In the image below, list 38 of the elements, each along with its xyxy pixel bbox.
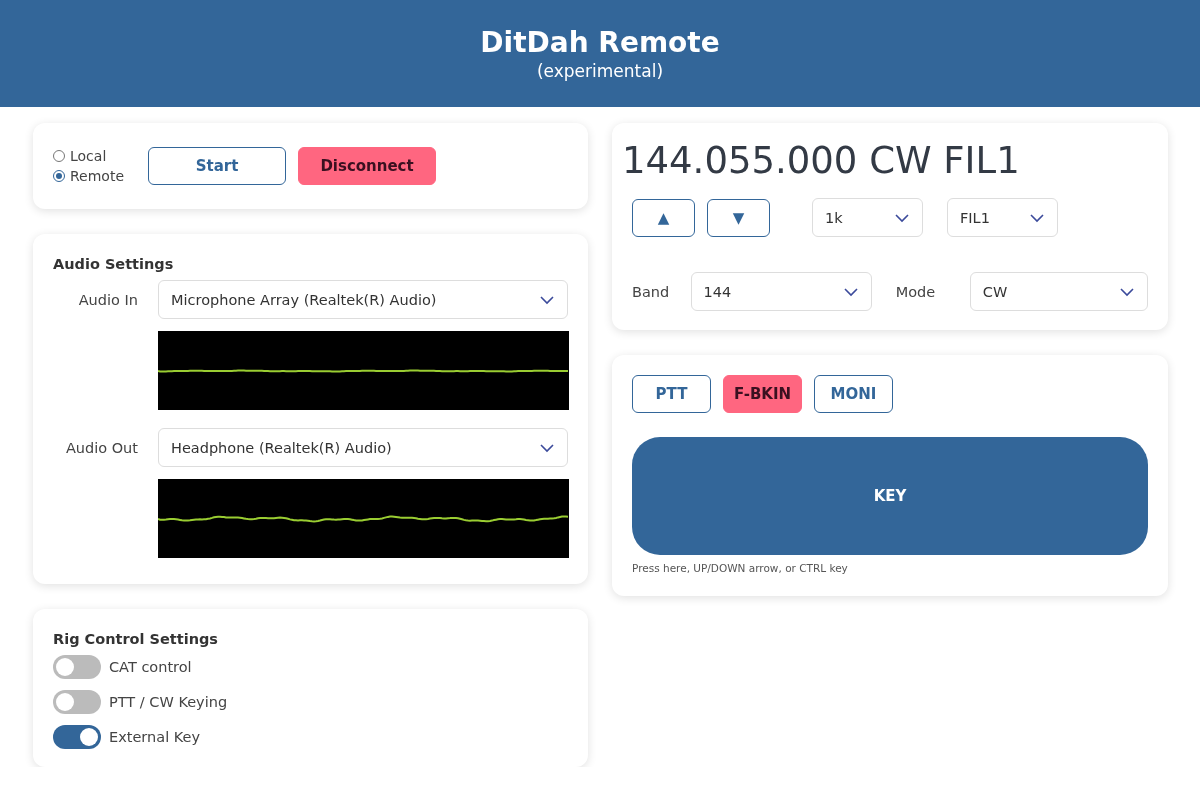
mode-radio[interactable]: Local [53, 148, 125, 164]
keying-toggle-button[interactable]: F-BKIN [723, 375, 802, 413]
field-label: Audio In [77, 291, 139, 308]
keying-toggle-button[interactable]: PTT [632, 375, 711, 413]
switch-label: PTT / CW Keying [109, 694, 228, 710]
chevron-down-icon [1029, 212, 1045, 223]
device-select[interactable]: Headphone (Realtek(R) Audio) [158, 428, 568, 467]
band-select[interactable]: 144 [690, 272, 872, 311]
keying-toggle-button[interactable]: MONI [814, 375, 893, 413]
chevron-down-icon [1119, 286, 1135, 297]
start-button[interactable]: Start [148, 147, 287, 185]
section-title: Rig Control Settings [53, 631, 219, 647]
mode-radio[interactable]: Remote [53, 168, 125, 184]
mode-select[interactable]: CW [969, 272, 1148, 311]
switch-label: External Key [109, 729, 201, 745]
switch-label: CAT control [109, 659, 192, 675]
app-title: DitDah Remote [480, 26, 720, 59]
field-label: Mode [895, 283, 937, 300]
step-up-button[interactable]: ▲ [632, 198, 695, 237]
field-label: Band [632, 283, 671, 300]
key-button[interactable]: KEY [632, 437, 1148, 555]
app-subtitle: (experimental) [536, 61, 664, 81]
device-select[interactable]: Microphone Array (Realtek(R) Audio) [158, 280, 568, 319]
hint-text: Press here, UP/DOWN arrow, or CTRL key [632, 562, 849, 574]
chevron-down-icon [539, 442, 555, 453]
toggle-switch[interactable] [53, 690, 101, 714]
filter-select[interactable]: FIL1 [947, 198, 1058, 237]
step-select[interactable]: 1k [812, 198, 923, 237]
disconnect-button[interactable]: Disconnect [298, 147, 437, 185]
chevron-down-icon [894, 212, 910, 223]
toggle-switch[interactable] [53, 725, 101, 749]
frequency-display: 144.055.000 CW FIL1 [622, 139, 1021, 182]
toggle-switch[interactable] [53, 655, 101, 679]
section-title: Audio Settings [53, 256, 175, 272]
chevron-down-icon [539, 294, 555, 305]
chevron-down-icon [842, 286, 859, 297]
field-label: Audio Out [64, 439, 139, 456]
step-down-button[interactable]: ▼ [707, 198, 770, 237]
